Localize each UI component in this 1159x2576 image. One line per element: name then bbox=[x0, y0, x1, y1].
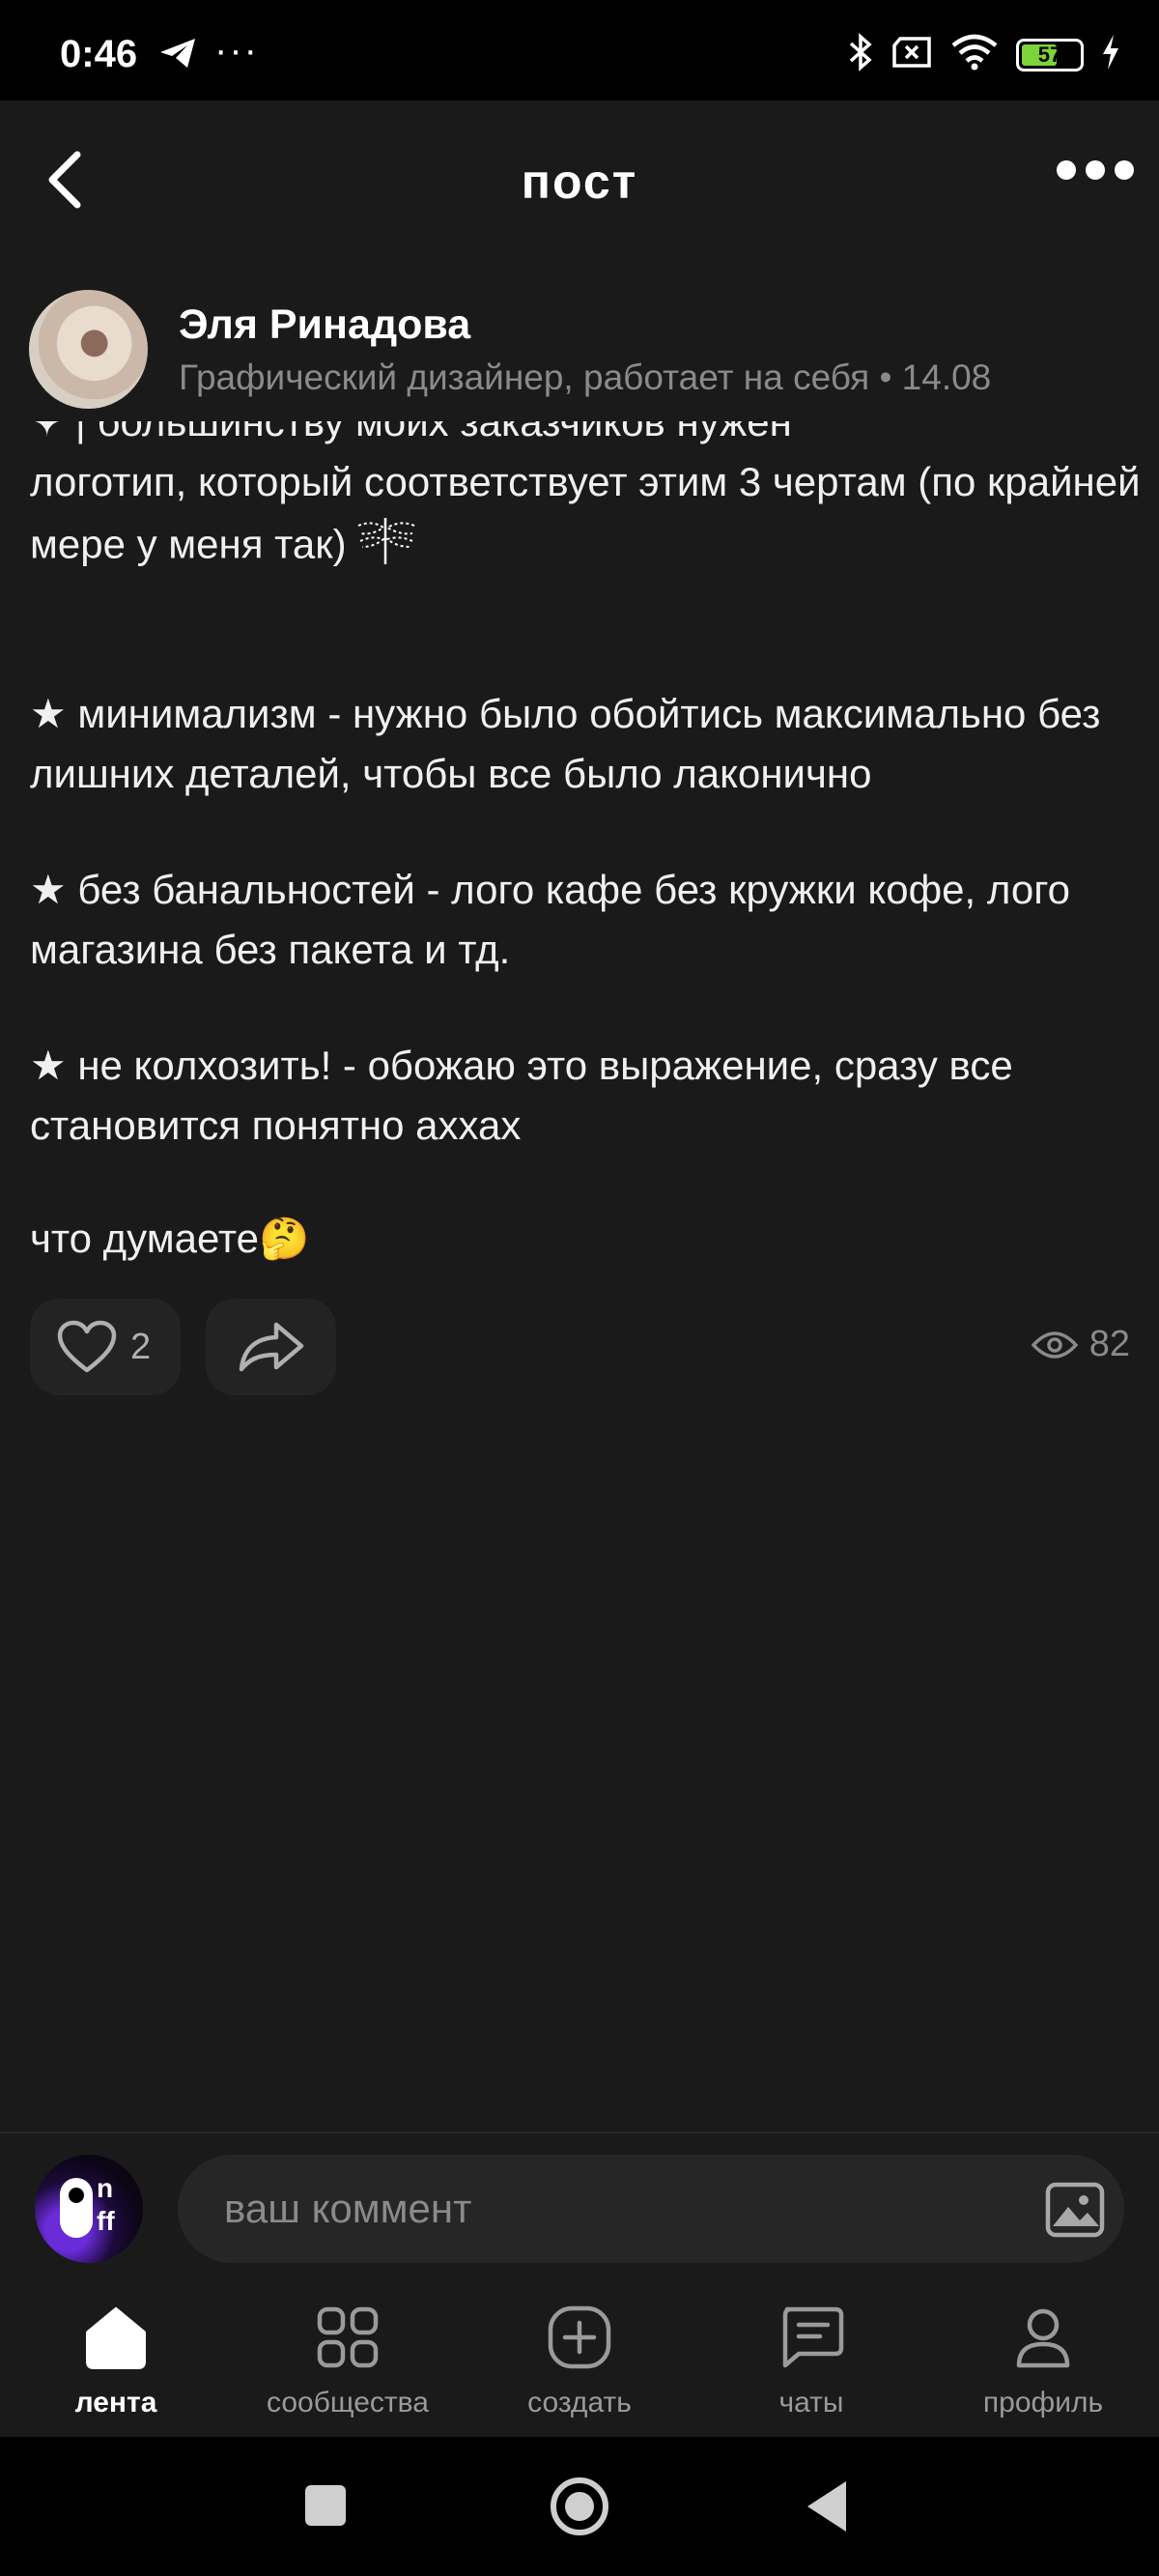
header: пост bbox=[0, 100, 1159, 255]
post-intro-text: логотип, который соответствует этим 3 че… bbox=[30, 459, 1141, 567]
more-options-button[interactable] bbox=[1057, 160, 1134, 180]
toggle-icon bbox=[60, 2178, 93, 2238]
nav-label-communities: сообщества bbox=[267, 2387, 429, 2419]
comment-input[interactable] bbox=[178, 2155, 1124, 2263]
share-arrow-icon bbox=[239, 1322, 303, 1372]
post-point-3: ★ не колхозить! - обожаю это выражение, … bbox=[30, 1043, 1013, 1148]
sim-off-icon bbox=[890, 36, 933, 73]
nav-label-chats: чаты bbox=[778, 2387, 844, 2419]
system-back-button[interactable] bbox=[807, 2481, 846, 2532]
nav-item-create[interactable]: создать bbox=[464, 2286, 695, 2437]
status-more: ··· bbox=[214, 29, 259, 72]
nav-label-create: создать bbox=[527, 2387, 632, 2419]
post-body: ✦ | большинству моих заказчиков нужен ло… bbox=[30, 421, 1141, 1262]
post-partial-line: ✦ | большинству моих заказчиков нужен bbox=[30, 421, 792, 444]
bluetooth-icon bbox=[848, 33, 873, 76]
image-icon bbox=[1045, 2182, 1105, 2238]
status-time: 0:46 bbox=[60, 33, 138, 75]
more-dot-icon bbox=[1086, 160, 1105, 180]
comment-bar: n ff bbox=[0, 2132, 1159, 2286]
grid-icon bbox=[314, 2304, 382, 2376]
bottom-nav: лента сообщества создать чаты профиль bbox=[0, 2286, 1159, 2437]
battery-percent: 57 bbox=[1037, 42, 1062, 67]
dragonfly-icon bbox=[354, 512, 418, 583]
plus-square-icon bbox=[546, 2304, 613, 2376]
nav-label-feed: лента bbox=[74, 2387, 157, 2419]
views-count: 82 bbox=[1088, 1324, 1130, 1364]
author-avatar[interactable] bbox=[29, 290, 148, 409]
more-dot-icon bbox=[1115, 160, 1134, 180]
author-meta: Графический дизайнер, работает на себя •… bbox=[179, 358, 992, 397]
author-name[interactable]: Эля Ринадова bbox=[179, 301, 470, 349]
post-intro: логотип, который соответствует этим 3 че… bbox=[30, 452, 1141, 583]
post-point-1: ★ минимализм - нужно было обойтись макси… bbox=[30, 691, 1101, 796]
like-count: 2 bbox=[130, 1326, 152, 1367]
wifi-icon bbox=[950, 34, 999, 75]
heart-icon bbox=[57, 1320, 117, 1373]
nav-item-communities[interactable]: сообщества bbox=[232, 2286, 464, 2437]
telegram-icon bbox=[158, 37, 197, 74]
nav-label-profile: профиль bbox=[982, 2387, 1104, 2419]
attach-image-button[interactable] bbox=[1045, 2182, 1105, 2243]
post-author[interactable]: Эля Ринадова Графический дизайнер, работ… bbox=[29, 290, 1130, 412]
charging-icon bbox=[1101, 34, 1120, 75]
post-closing: что думаете🤔 bbox=[30, 1216, 310, 1261]
system-nav-bar bbox=[0, 2437, 1159, 2576]
recent-apps-button[interactable] bbox=[305, 2485, 346, 2526]
profile-icon bbox=[1009, 2304, 1077, 2376]
nav-item-profile[interactable]: профиль bbox=[927, 2286, 1159, 2437]
nav-item-feed[interactable]: лента bbox=[0, 2286, 232, 2437]
status-icons: 57 bbox=[848, 33, 1120, 76]
my-avatar[interactable]: n ff bbox=[35, 2155, 143, 2263]
more-dot-icon bbox=[1057, 160, 1076, 180]
status-bar: 0:46 ··· 57 bbox=[0, 0, 1159, 100]
share-button[interactable] bbox=[206, 1299, 336, 1395]
battery-icon: 57 bbox=[1016, 38, 1084, 72]
home-icon bbox=[82, 2304, 150, 2376]
nav-item-chats[interactable]: чаты bbox=[695, 2286, 927, 2437]
chat-icon bbox=[777, 2304, 845, 2376]
post-point-2: ★ без банальностей - лого кафе без кружк… bbox=[30, 867, 1070, 972]
views-counter: 82 bbox=[1031, 1324, 1130, 1365]
home-button[interactable] bbox=[551, 2477, 608, 2535]
page-title: пост bbox=[521, 155, 638, 209]
eye-icon bbox=[1031, 1331, 1078, 1359]
like-button[interactable]: 2 bbox=[30, 1299, 181, 1395]
avatar-text: n ff bbox=[97, 2173, 115, 2236]
